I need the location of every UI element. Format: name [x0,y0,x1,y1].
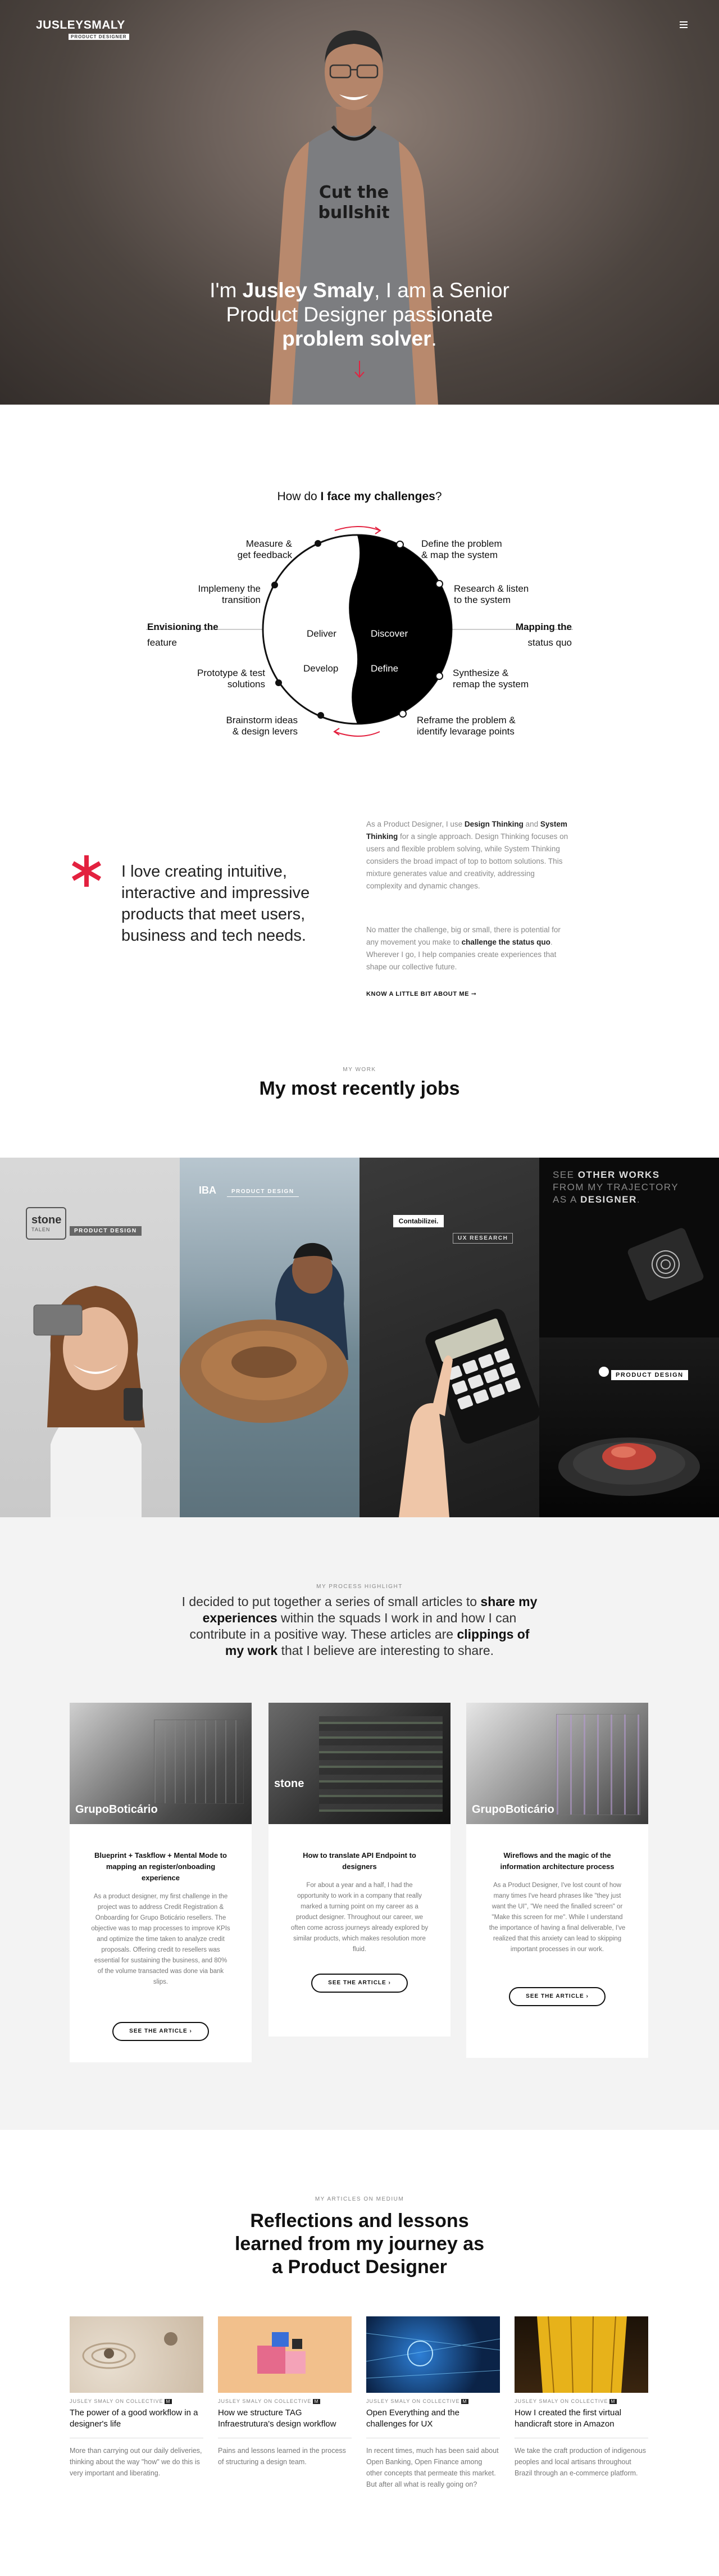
article-meta: JUSLEY SMALY ON COLLECTIVE M [366,2398,500,2404]
jobs-title: My most recently jobs [259,1078,460,1099]
process-card-image: GrupoBoticário [466,1703,648,1824]
article-title[interactable]: The power of a good workflow in a design… [70,2407,203,2432]
medium-article[interactable]: JUSLEY SMALY ON COLLECTIVE M How I create… [515,2316,648,2479]
step-prototype: Prototype & test solutions [197,668,265,690]
card-title: Blueprint + Taskflow + Mental Mode to ma… [94,1851,227,1882]
see-article-button[interactable]: SEE THE ARTICLE › [311,1974,408,1993]
job-card-contabilizei[interactable]: Contabilizei. UX RESEARCH [360,1158,539,1517]
job-card-stone[interactable]: stone TALEN PRODUCT DESIGN [0,1158,180,1517]
medium-article[interactable]: JUSLEY SMALY ON COLLECTIVE M How we struc… [218,2316,352,2468]
job-photo-calculator [399,1309,539,1517]
wheel-develop-label: Develop [303,663,339,674]
hero-headline: I'm Jusley Smaly, I am a Senior Product … [210,279,509,350]
jobs-gallery: stone TALEN PRODUCT DESIGN IBA PRODUCT D… [0,1158,719,1517]
see-article-button[interactable]: SEE THE ARTICLE › [112,2022,209,2041]
intro-paragraph-1: As a Product Designer, I use Design Thin… [366,820,568,890]
article-title[interactable]: Open Everything and the challenges for U… [366,2407,500,2432]
card-text: For about a year and a half, I had the o… [290,1882,429,1953]
card-text: As a Product Designer, I've lost count o… [489,1882,626,1953]
card-title: How to translate API Endpoint to designe… [303,1851,416,1871]
medium-icon: M [312,2399,321,2404]
chevron-right-icon: › [388,1980,391,1986]
black-card-image [627,1228,704,1301]
mapping-label: Mapping the [515,622,572,632]
logo-subtitle: PRODUCT DESIGNER [69,34,129,40]
step-reframe: Reframe the problem & identify levarage … [417,715,516,737]
process-kicker: MY PROCESS HIGHLIGHT [316,1584,403,1590]
process-intro: I decided to put together a series of sm… [181,1594,538,1658]
card-text: As a product designer, my first challeng… [91,1893,230,1985]
design-process-wheel [146,526,573,737]
stone-brand-sub: TALEN [31,1227,51,1232]
medium-icon: M [164,2399,172,2404]
article-excerpt: We take the craft production of indigeno… [515,2447,646,2477]
card-brand: stone [274,1777,304,1790]
chevron-right-icon: › [189,2028,192,2034]
hero-name: Jusley Smaly [242,279,375,302]
shirt-print-line1: Cut the [319,183,389,202]
article-image [218,2316,352,2393]
step-research: Research & listen to the system [454,583,529,605]
job-photo-woman-card [33,1286,145,1517]
stone-brand: stone [31,1214,62,1226]
intro-headline: I love creating intuitive, interactive a… [121,863,310,945]
wheel-deliver-label: Deliver [307,628,336,639]
medium-title: Reflections and lessons learned from my j… [234,2210,485,2278]
scroll-down-arrow-icon[interactable] [354,360,365,379]
article-image [70,2316,203,2393]
step-implement: Implemeny the transition [198,583,261,605]
article-title[interactable]: How I created the first virtual handicra… [515,2407,648,2432]
medium-article[interactable]: JUSLEY SMALY ON COLLECTIVE M Open Everyth… [366,2316,500,2490]
asterisk-icon [71,855,102,887]
medium-kicker: MY ARTICLES ON MEDIUM [315,2196,404,2202]
step-synthesize: Synthesize & remap the system [453,668,529,690]
envisioning-label: Envisioning the [147,622,219,632]
shirt-print-line2: bullshit [318,203,389,223]
jobs-kicker: MY WORK [343,1067,376,1073]
mapping-sublabel: status quo [527,637,572,648]
process-card-image: GrupoBoticário [70,1703,252,1824]
wheel-discover-label: Discover [371,628,408,639]
medium-icon: M [609,2399,617,2404]
article-meta: JUSLEY SMALY ON COLLECTIVE M [218,2398,352,2404]
hero-section: JUSLEYSMALY PRODUCT DESIGNER Cut the bul… [0,0,719,405]
job-tag: PRODUCT DESIGN [70,1226,142,1236]
wheel-define-label: Define [371,663,399,674]
card-brand: GrupoBoticário [75,1803,158,1816]
see-article-button[interactable]: SEE THE ARTICLE › [509,1987,606,2006]
chevron-right-icon: › [586,1993,589,1999]
job-card-iba[interactable]: IBA PRODUCT DESIGN [180,1158,360,1517]
job-card-see-more[interactable]: SEE OTHER WORKS FROM MY TRAJECTORY AS A … [539,1158,719,1517]
process-card-image: stone [269,1703,450,1824]
card-title: Wireflows and the magic of the informati… [500,1851,615,1871]
medium-article[interactable]: JUSLEY SMALY ON COLLECTIVE M The power of… [70,2316,203,2479]
logo-text: JUSLEYSMALY [36,19,125,31]
process-card: GrupoBoticário Blueprint + Taskflow + Me… [70,1703,252,2062]
article-title[interactable]: How we structure TAG Infraestrutura's de… [218,2407,352,2432]
step-define-problem: Define the problem & map the system [421,538,502,560]
article-meta: JUSLEY SMALY ON COLLECTIVE M [70,2398,203,2404]
arrow-right-icon: ➞ [471,991,477,997]
step-measure: Measure & get feedback [237,538,292,560]
card-brand: GrupoBoticário [472,1803,554,1816]
article-image [366,2316,500,2393]
article-excerpt: In recent times, much has been said abou… [366,2447,499,2488]
about-me-link[interactable]: KNOW A LITTLE BIT ABOUT ME ➞ [366,990,477,997]
step-brainstorm: Brainstorm ideas & design levers [226,715,298,737]
envisioning-sublabel: feature [147,637,177,648]
site-logo[interactable]: JUSLEYSMALY PRODUCT DESIGNER [36,19,129,41]
intro-paragraph-2: No matter the challenge, big or small, t… [366,926,561,971]
job-photo-basket-man [180,1242,348,1423]
article-image [515,2316,648,2393]
article-excerpt: Pains and lessons learned in the process… [218,2447,346,2466]
job-tag: PRODUCT DESIGN [611,1370,688,1380]
medium-icon: M [461,2399,469,2404]
hamburger-menu-icon[interactable] [680,21,688,28]
article-excerpt: More than carrying out our daily deliver… [70,2447,202,2477]
article-meta: JUSLEY SMALY ON COLLECTIVE M [515,2398,648,2404]
see-other-works-text: SEE OTHER WORKS FROM MY TRAJECTORY AS A … [553,1169,679,1205]
sushi-dish-image [558,1437,700,1496]
challenges-title: How do I face my challenges? [277,490,442,503]
